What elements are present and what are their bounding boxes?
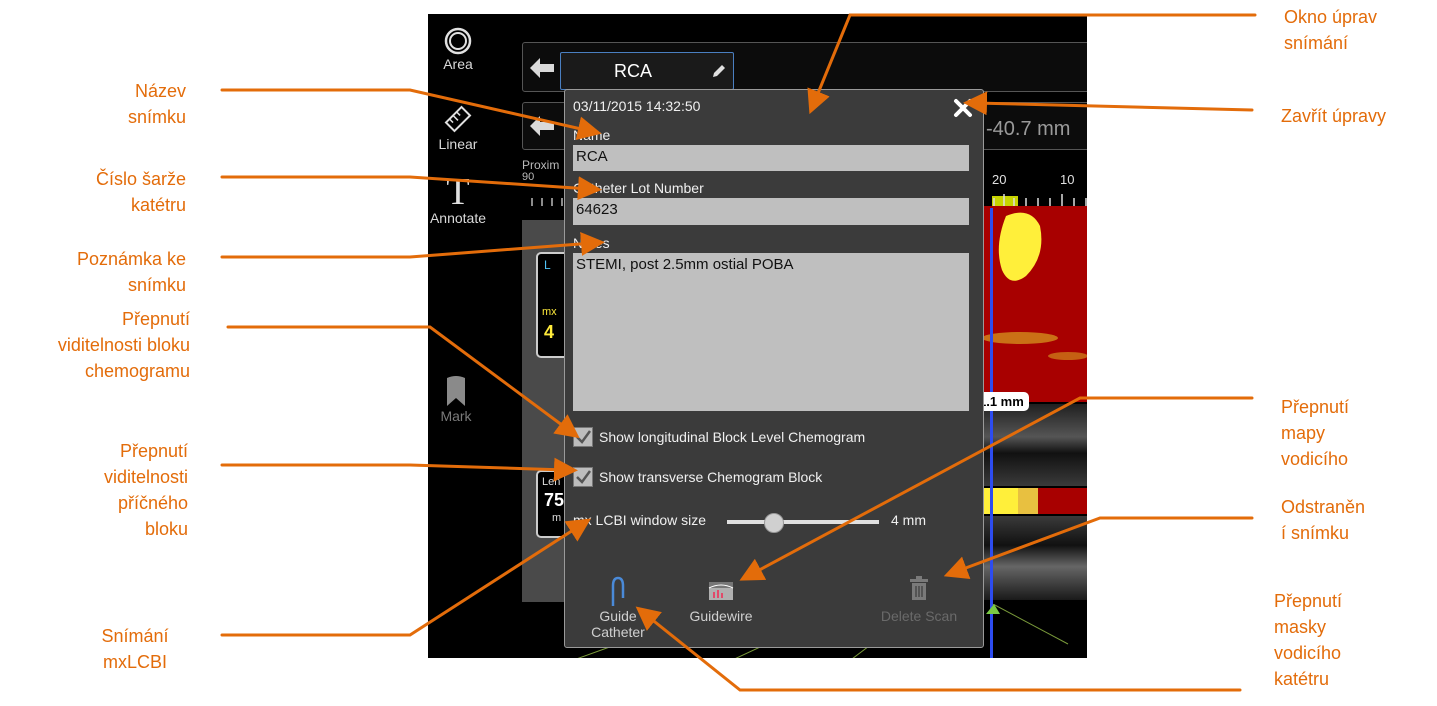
trash-icon bbox=[910, 576, 928, 600]
chemogram-blobs bbox=[982, 212, 1087, 360]
scan-name-tab[interactable]: RCA bbox=[560, 52, 734, 90]
mark-tool[interactable]: Mark bbox=[428, 374, 486, 424]
close-icon[interactable] bbox=[953, 98, 973, 118]
scan-edit-dialog: 03/11/2015 14:32:50 Name RCA Catheter Lo… bbox=[564, 89, 984, 648]
longitudinal-checkbox[interactable] bbox=[573, 427, 593, 447]
transverse-checkbox[interactable] bbox=[573, 467, 593, 487]
checkmark-icon bbox=[576, 470, 592, 484]
window-size-slider-thumb[interactable] bbox=[763, 513, 784, 533]
callout-guide-catheter-mask: Přepnutí masky vodicího katétru bbox=[1274, 591, 1343, 689]
ruler-left-value: 90 bbox=[522, 171, 535, 183]
guidewire-button[interactable]: Guidewire bbox=[681, 578, 761, 624]
guide-catheter-button[interactable]: Guide Catheter bbox=[583, 576, 653, 640]
cursor-line[interactable] bbox=[990, 208, 993, 658]
delete-scan-button[interactable]: Delete Scan bbox=[869, 576, 969, 624]
name-field[interactable]: RCA bbox=[573, 145, 969, 171]
back-arrow-icon[interactable] bbox=[528, 54, 556, 82]
checkmark-icon bbox=[576, 430, 592, 444]
text-t-icon: T bbox=[446, 171, 470, 213]
area-tool[interactable]: Area bbox=[428, 26, 488, 72]
chemogram-heatmap bbox=[980, 206, 1087, 402]
guide-catheter-icon bbox=[611, 576, 625, 606]
scan-name-tab-label: RCA bbox=[613, 61, 652, 81]
lot-number-field[interactable]: 64623 bbox=[573, 198, 969, 225]
name-label: Name bbox=[573, 127, 611, 143]
ruler-icon bbox=[444, 105, 472, 133]
notes-field[interactable]: STEMI, post 2.5mm ostial POBA bbox=[573, 253, 969, 411]
callout-chemogram-block: Přepnutí viditelnosti bloku chemogramu bbox=[57, 309, 190, 381]
window-size-label: mx LCBI window size bbox=[573, 512, 707, 528]
callout-scan-name: Název snímku bbox=[127, 81, 186, 127]
measurement-value: -40.7 mm bbox=[986, 118, 1071, 140]
window-size-value: 4 mm bbox=[891, 512, 926, 528]
area-icon bbox=[444, 27, 472, 55]
transverse-checkbox-label[interactable]: Show transverse Chemogram Block bbox=[599, 469, 822, 485]
back-arrow-2-icon[interactable] bbox=[528, 112, 556, 140]
ruler-tick-20: 20 bbox=[992, 172, 1007, 187]
callout-delete-scan: Odstraněn í snímku bbox=[1281, 497, 1366, 543]
callout-edit-window: Okno úprav snímání bbox=[1284, 7, 1378, 53]
ruler-tick-10: 10 bbox=[1060, 172, 1075, 187]
proximal-label: Proxim bbox=[522, 158, 560, 172]
callout-mxlcbi: Snímání mxLCBI bbox=[101, 626, 169, 672]
block-chemogram-bar bbox=[980, 488, 1087, 514]
pencil-icon[interactable] bbox=[709, 61, 729, 81]
ruler-ticks-left bbox=[531, 198, 563, 206]
annotate-tool[interactable]: T Annotate bbox=[428, 171, 488, 226]
ruler-ticks bbox=[981, 194, 1087, 206]
longitudinal-checkbox-label[interactable]: Show longitudinal Block Level Chemogram bbox=[599, 429, 865, 445]
linear-tool[interactable]: Linear bbox=[428, 102, 488, 152]
scan-timestamp: 03/11/2015 14:32:50 bbox=[573, 98, 701, 114]
callout-guidewire-map: Přepnutí mapy vodicího bbox=[1281, 397, 1350, 469]
bookmark-icon bbox=[447, 376, 465, 406]
notes-label: Notes bbox=[573, 235, 610, 251]
lot-number-label: Catheter Lot Number bbox=[573, 180, 704, 196]
window-size-slider[interactable] bbox=[727, 513, 879, 533]
callout-lot-number: Číslo šarže katétru bbox=[95, 169, 186, 215]
ivus-long-view-1 bbox=[980, 404, 1087, 486]
ivus-long-view-2 bbox=[980, 516, 1087, 600]
callout-close-edit: Zavřít úpravy bbox=[1281, 106, 1387, 126]
callout-transverse-block: Přepnutí viditelnosti příčného bloku bbox=[103, 441, 188, 539]
app-screenshot: Area Linear T Annotate Mark RCA -40.7 mm… bbox=[428, 14, 1087, 658]
guidewire-map-icon bbox=[708, 582, 734, 600]
callout-note: Poznámka ke snímku bbox=[76, 249, 186, 295]
